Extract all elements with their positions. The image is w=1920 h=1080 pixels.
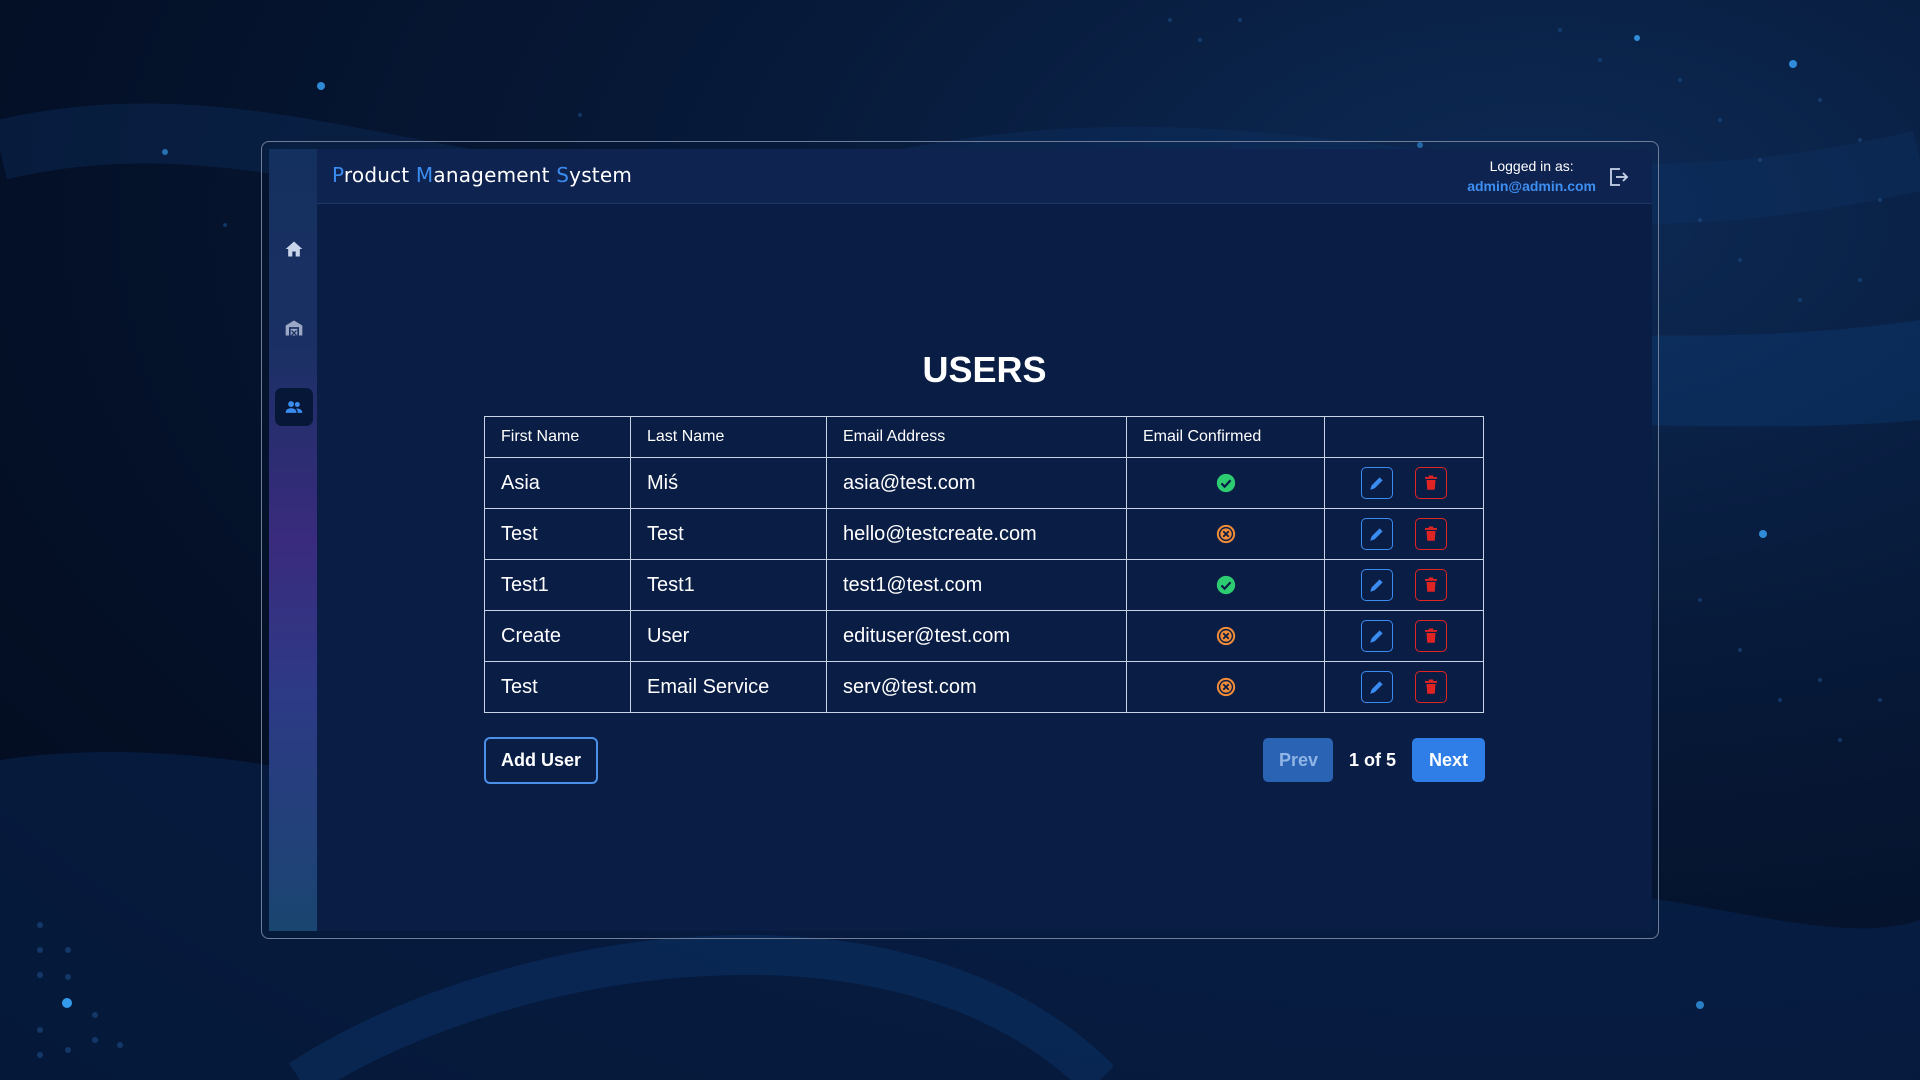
app-title: Product Management System — [332, 163, 632, 187]
brand-word: roduct — [343, 163, 416, 187]
x-circle-icon — [1216, 627, 1235, 646]
user-email[interactable]: admin@admin.com — [1467, 178, 1596, 194]
cell-email-confirmed — [1126, 457, 1325, 509]
table-header-row: First Name Last Name Email Address Email… — [484, 416, 1484, 458]
page-title: USERS — [922, 349, 1047, 390]
pencil-icon — [1370, 528, 1383, 541]
cell-last-name: Email Service — [630, 661, 827, 713]
column-header-first-name[interactable]: First Name — [484, 416, 631, 458]
delete-button[interactable] — [1415, 620, 1447, 652]
edit-button[interactable] — [1361, 569, 1393, 601]
column-header-actions — [1324, 416, 1484, 458]
column-header-last-name[interactable]: Last Name — [630, 416, 827, 458]
cell-email: hello@testcreate.com — [826, 508, 1127, 560]
cell-last-name: User — [630, 610, 827, 662]
cell-actions — [1324, 559, 1484, 611]
cell-email: edituser@test.com — [826, 610, 1127, 662]
delete-button[interactable] — [1415, 671, 1447, 703]
users-icon — [285, 401, 303, 413]
cell-first-name: Test1 — [484, 559, 631, 611]
delete-button[interactable] — [1415, 569, 1447, 601]
cell-actions — [1324, 610, 1484, 662]
pagination: Prev 1 of 5 Next — [1262, 738, 1485, 782]
pencil-icon — [1370, 477, 1383, 490]
column-header-email-confirmed[interactable]: Email Confirmed — [1126, 416, 1325, 458]
pencil-icon — [1370, 579, 1383, 592]
page-indicator: 1 of 5 — [1348, 749, 1396, 770]
top-header: Product Management System Logged in as: … — [317, 149, 1652, 204]
trash-icon — [1425, 679, 1437, 694]
cell-email: asia@test.com — [826, 457, 1127, 509]
table-row: Create User edituser@test.com — [484, 610, 1484, 662]
cell-email-confirmed — [1126, 661, 1325, 713]
check-circle-icon — [1216, 474, 1235, 493]
sidebar — [269, 149, 317, 931]
table-row: Test Test hello@testcreate.com — [484, 508, 1484, 560]
cell-actions — [1324, 508, 1484, 560]
brand-initial: P — [332, 163, 344, 187]
cell-last-name: Test — [630, 508, 827, 560]
x-circle-icon — [1216, 678, 1235, 697]
edit-button[interactable] — [1361, 467, 1393, 499]
app-window: Product Management System Logged in as: … — [269, 149, 1652, 931]
edit-button[interactable] — [1361, 620, 1393, 652]
brand-word: anagement — [433, 163, 557, 187]
cell-actions — [1324, 661, 1484, 713]
login-info: Logged in as: admin@admin.com — [1467, 158, 1596, 194]
check-circle-icon — [1216, 576, 1235, 595]
brand-word: ystem — [569, 163, 633, 187]
cell-email-confirmed — [1126, 610, 1325, 662]
pencil-icon — [1370, 681, 1383, 694]
cell-email: serv@test.com — [826, 661, 1127, 713]
trash-icon — [1425, 577, 1437, 592]
delete-button[interactable] — [1415, 518, 1447, 550]
table-row: Test Email Service serv@test.com — [484, 661, 1484, 713]
table-row: Asia Miś asia@test.com — [484, 457, 1484, 509]
brand-initial: M — [415, 163, 434, 187]
warehouse-icon — [285, 320, 303, 336]
x-circle-icon — [1216, 525, 1235, 544]
next-page-button[interactable]: Next — [1412, 738, 1485, 782]
logout-icon[interactable] — [1606, 165, 1630, 189]
edit-button[interactable] — [1361, 671, 1393, 703]
trash-icon — [1425, 526, 1437, 541]
pencil-icon — [1370, 630, 1383, 643]
column-header-email[interactable]: Email Address — [826, 416, 1127, 458]
cell-actions — [1324, 457, 1484, 509]
cell-last-name: Test1 — [630, 559, 827, 611]
trash-icon — [1425, 628, 1437, 643]
delete-button[interactable] — [1415, 467, 1447, 499]
brand-initial: S — [556, 163, 570, 187]
logged-in-label: Logged in as: — [1489, 158, 1574, 174]
cell-first-name: Test — [484, 508, 631, 560]
add-user-button[interactable]: Add User — [484, 737, 598, 784]
cell-email-confirmed — [1126, 508, 1325, 560]
prev-page-button[interactable]: Prev — [1262, 738, 1333, 782]
edit-button[interactable] — [1361, 518, 1393, 550]
table-row: Test1 Test1 test1@test.com — [484, 559, 1484, 611]
cell-first-name: Asia — [484, 457, 631, 509]
sidebar-item-home[interactable] — [275, 230, 313, 268]
trash-icon — [1425, 475, 1437, 490]
sidebar-item-users[interactable] — [275, 388, 313, 426]
cell-first-name: Test — [484, 661, 631, 713]
home-icon — [285, 241, 303, 257]
sidebar-item-warehouse[interactable] — [275, 309, 313, 347]
cell-email: test1@test.com — [826, 559, 1127, 611]
cell-email-confirmed — [1126, 559, 1325, 611]
cell-first-name: Create — [484, 610, 631, 662]
cell-last-name: Miś — [630, 457, 827, 509]
users-table: First Name Last Name Email Address Email… — [484, 416, 1484, 713]
